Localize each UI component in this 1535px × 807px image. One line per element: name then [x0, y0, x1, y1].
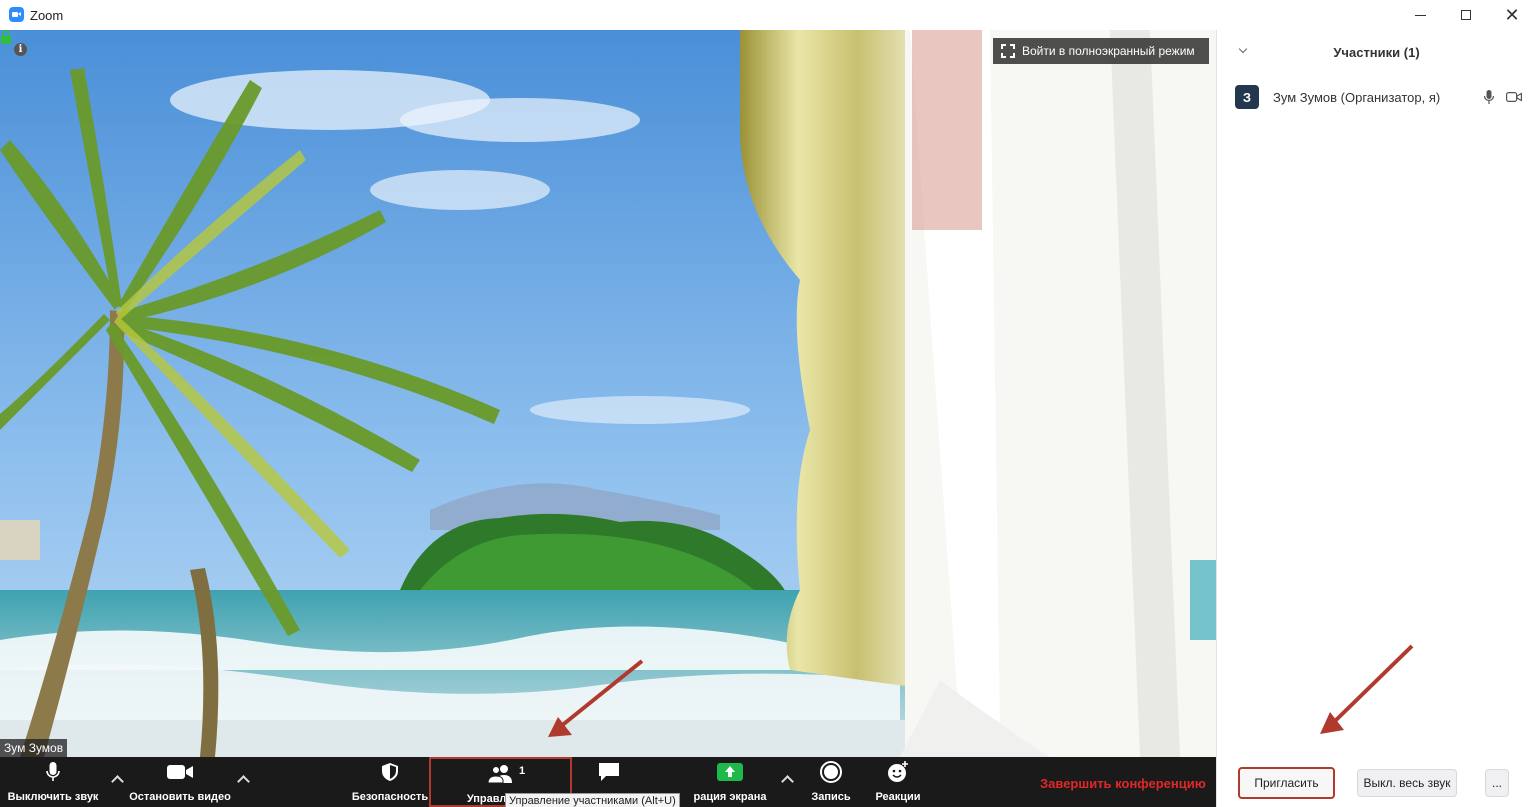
reactions-button[interactable]: Реакции — [871, 757, 925, 807]
mute-button[interactable]: Выключить звук — [0, 757, 106, 807]
security-label: Безопасность — [351, 791, 429, 803]
share-screen-label: рация экрана — [693, 791, 767, 803]
maximize-icon — [1461, 10, 1471, 20]
window-title: Zoom — [30, 8, 64, 23]
record-button[interactable]: Запись — [806, 757, 856, 807]
close-button[interactable]: ✕ — [1489, 0, 1535, 30]
share-screen-icon — [717, 763, 743, 781]
reactions-label: Реакции — [875, 791, 921, 803]
share-options-caret-icon[interactable] — [779, 771, 795, 787]
microphone-icon — [46, 762, 60, 781]
participants-icon — [486, 765, 512, 784]
video-area[interactable]: i Войти в полноэкранный режим Зум Зумов — [0, 30, 1216, 757]
participant-row[interactable]: З Зум Зумов (Организатор, я) — [1235, 84, 1535, 110]
mute-label: Выключить звук — [7, 791, 99, 803]
video-options-caret-icon[interactable] — [235, 771, 251, 787]
audio-options-caret-icon[interactable] — [109, 771, 125, 787]
end-meeting-button[interactable]: Завершить конференцию — [1040, 776, 1206, 791]
security-button[interactable]: Безопасность — [350, 757, 430, 807]
maximize-button[interactable] — [1443, 0, 1489, 30]
virtual-background — [0, 30, 1216, 757]
avatar: З — [1235, 85, 1259, 109]
title-bar: Zoom ✕ — [0, 0, 1535, 30]
minimize-button[interactable] — [1397, 0, 1443, 30]
zoom-window: Zoom ✕ i Войти в полноэкранный режим Зум… — [0, 0, 1535, 807]
more-options-button[interactable]: ... — [1485, 769, 1509, 797]
participants-panel-title: Участники (1) — [1333, 45, 1420, 60]
close-icon: ✕ — [1504, 4, 1520, 25]
participants-panel: Участники (1) З Зум Зумов (Организатор, … — [1216, 30, 1535, 807]
stop-video-label: Остановить видео — [129, 791, 231, 803]
chat-icon — [599, 763, 619, 781]
participants-tooltip: Управление участниками (Alt+U) — [505, 793, 680, 807]
minimize-icon — [1414, 14, 1426, 16]
record-icon — [820, 761, 842, 783]
participants-count-badge: 1 — [519, 765, 526, 777]
participant-name-tag: Зум Зумов — [0, 739, 68, 757]
camera-icon — [167, 765, 193, 779]
participant-camera-icon[interactable] — [1506, 91, 1522, 103]
reactions-smiley-icon — [888, 761, 908, 782]
stop-video-button[interactable]: Остановить видео — [127, 757, 233, 807]
participant-microphone-icon[interactable] — [1483, 89, 1495, 105]
fullscreen-label: Войти в полноэкранный режим — [1022, 44, 1195, 58]
shield-icon — [382, 763, 398, 781]
meeting-info-icon[interactable]: i — [14, 43, 27, 56]
zoom-logo-icon — [9, 7, 24, 22]
share-screen-button[interactable]: рация экрана — [685, 757, 775, 807]
enter-fullscreen-button[interactable]: Войти в полноэкранный режим — [993, 38, 1209, 64]
record-label: Запись — [811, 791, 851, 803]
fullscreen-icon — [1001, 44, 1015, 58]
invite-button[interactable]: Пригласить — [1238, 767, 1335, 799]
encryption-lock-icon[interactable] — [0, 30, 12, 45]
participant-name: Зум Зумов (Организатор, я) — [1273, 89, 1441, 105]
mute-all-button[interactable]: Выкл. весь звук — [1357, 769, 1457, 797]
